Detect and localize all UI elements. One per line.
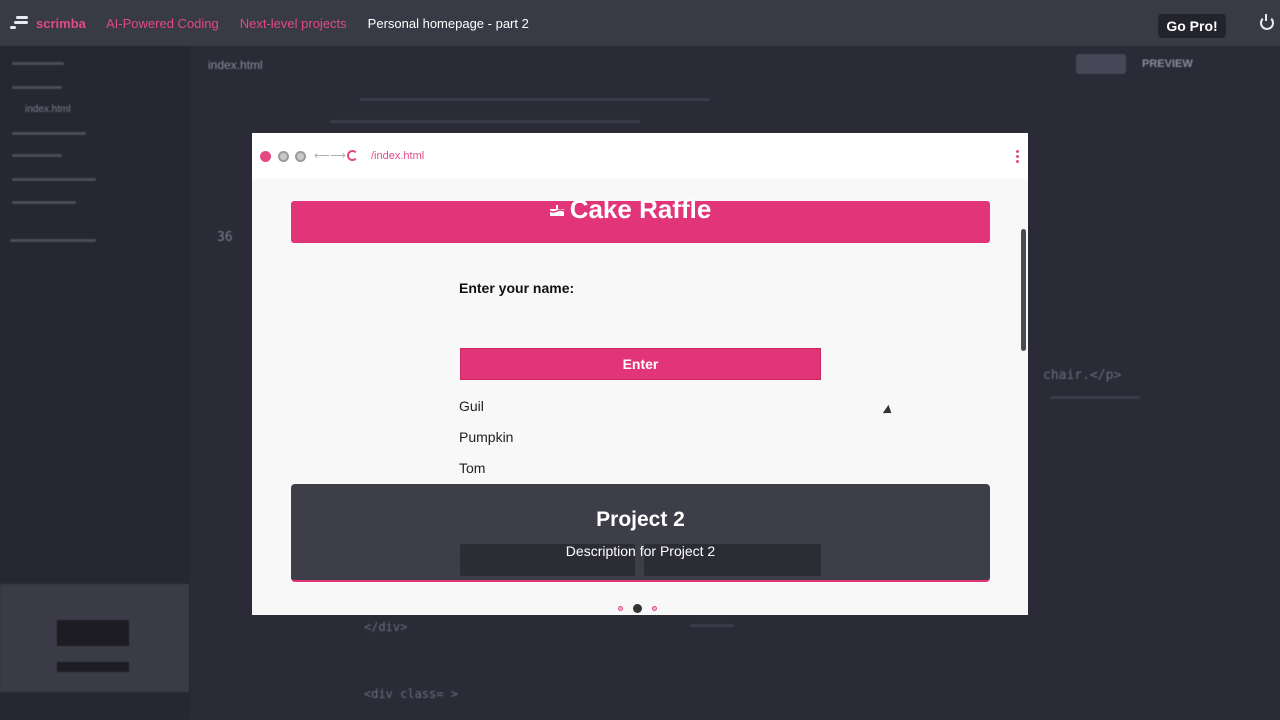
raffle-header: Cake Raffle (291, 194, 990, 243)
entrant-list-item: Pumpkin (459, 429, 514, 445)
enter-button[interactable]: Enter (460, 348, 821, 380)
line-number: 36 (217, 230, 233, 245)
pager-dot[interactable] (618, 605, 623, 611)
browser-bar: ⟵ ⟶ /index.html (252, 133, 1028, 179)
pager-dot[interactable] (652, 605, 657, 611)
close-dot-icon[interactable] (260, 151, 271, 162)
maximize-dot-icon[interactable] (295, 151, 306, 162)
code-line (1050, 396, 1140, 399)
sidebar-line (12, 86, 62, 89)
scrollbar[interactable] (1021, 229, 1026, 351)
reload-icon[interactable] (347, 150, 358, 161)
tab-preview[interactable]: PREVIEW (1142, 58, 1193, 70)
breadcrumb-ai-powered-coding[interactable]: AI-Powered Coding (106, 16, 219, 31)
webcam-thumbnail (0, 584, 189, 692)
scrimba-logo-icon (10, 16, 28, 30)
power-icon[interactable] (1260, 14, 1274, 30)
entrant-list-item: Guil (459, 398, 484, 414)
breadcrumb-next-level-projects[interactable]: Next-level projects (240, 16, 347, 31)
code-snippet: chair.</p> (1043, 368, 1122, 383)
project-card[interactable]: Project 2 Description for Project 2 (291, 484, 990, 582)
entrant-list-item: Tom (459, 460, 486, 476)
breadcrumb-current-lesson: Personal homepage - part 2 (367, 15, 529, 31)
sidebar-line (12, 201, 76, 204)
thumbnail-block (57, 620, 129, 646)
minimize-dot-icon[interactable] (278, 151, 289, 162)
sidebar-file-index[interactable]: index.html (25, 104, 71, 115)
sidebar-line (12, 62, 64, 65)
tab-edit[interactable] (1076, 54, 1126, 74)
pager-dot-active[interactable] (633, 603, 642, 613)
go-pro-button[interactable]: Go Pro! (1158, 14, 1226, 38)
code-snippet: <div class= > (364, 687, 458, 701)
preview-window: ⟵ ⟶ /index.html Cake Raffle Enter your n… (252, 133, 1028, 615)
code-line (690, 624, 734, 627)
sidebar-line (12, 132, 86, 135)
code-snippet: </div> (364, 620, 408, 634)
brand-name: scrimba (36, 15, 86, 31)
back-arrow-icon[interactable]: ⟵ (314, 149, 330, 162)
top-bar: scrimba AI-Powered Coding Next-level pro… (0, 0, 1280, 46)
carousel-pager (618, 603, 657, 613)
project-title: Project 2 (596, 508, 685, 531)
preview-page: Cake Raffle Enter your name: Enter Guil … (252, 179, 1028, 615)
page-title: Cake Raffle (569, 194, 712, 224)
kebab-menu-icon[interactable] (1016, 150, 1019, 163)
code-line (330, 120, 640, 123)
tab-index-html[interactable]: index.html (208, 58, 263, 72)
sidebar-line (12, 154, 62, 157)
name-label: Enter your name: (459, 280, 575, 296)
sidebar-line (12, 178, 96, 181)
code-line (360, 98, 710, 101)
project-description: Description for Project 2 (565, 543, 716, 559)
thumbnail-block (57, 662, 129, 672)
scrimba-logo[interactable]: scrimba (10, 16, 96, 31)
url-bar[interactable]: /index.html (371, 150, 424, 162)
sidebar-line (10, 239, 96, 242)
forward-arrow-icon[interactable]: ⟶ (330, 149, 346, 162)
